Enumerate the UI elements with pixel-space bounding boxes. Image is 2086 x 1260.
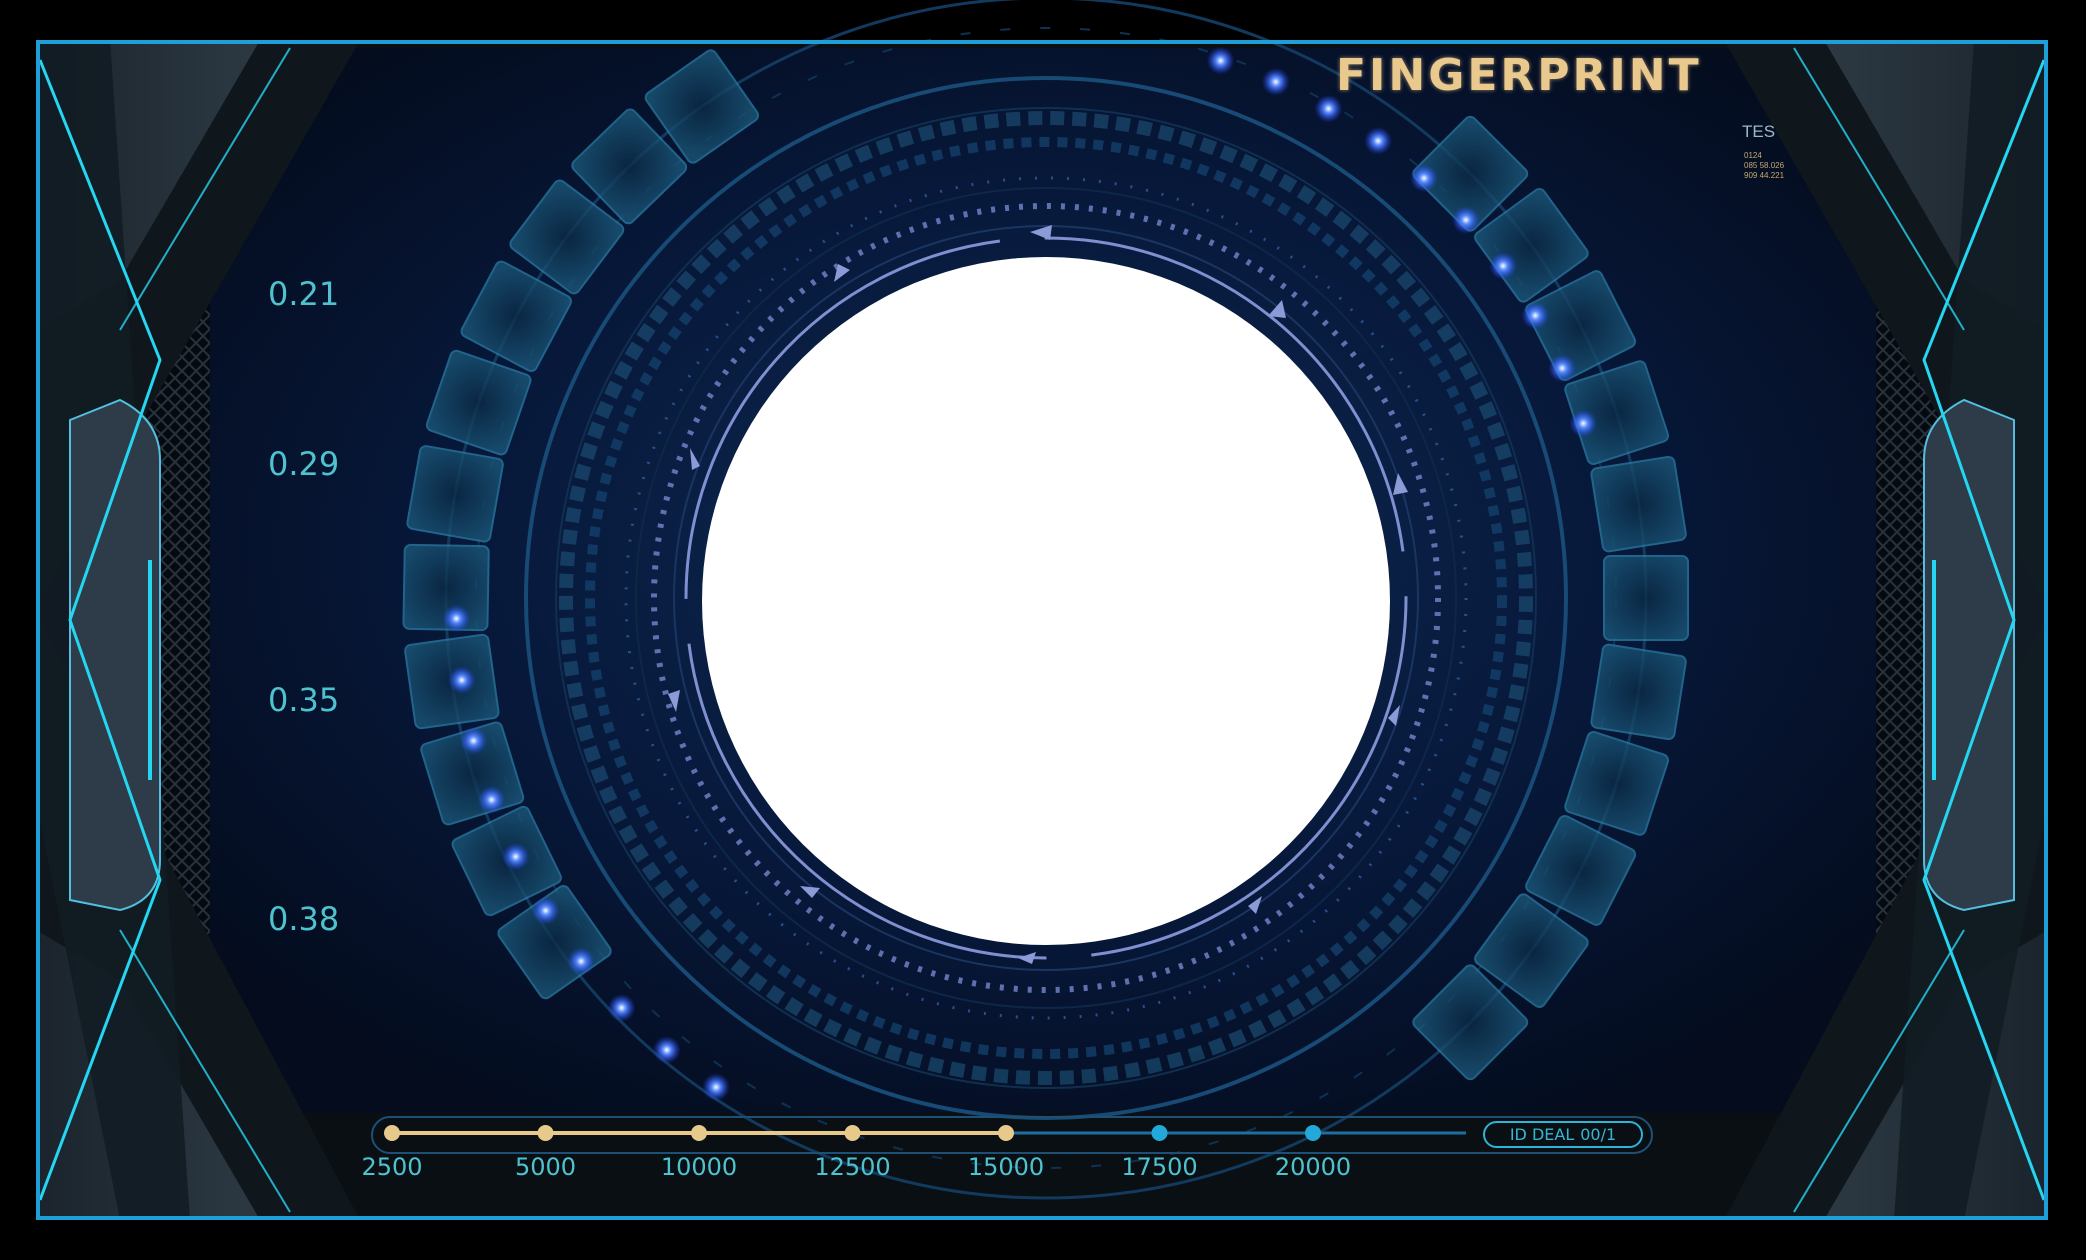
hud-title: FINGERPRINT (1336, 50, 1702, 101)
corner-tag: TES (1742, 122, 1776, 141)
progress-tick-label: 17500 (1121, 1153, 1198, 1181)
progress-marker (384, 1125, 400, 1141)
scale-label: 0.35 (268, 681, 340, 719)
progress-marker (691, 1125, 707, 1141)
progress-tick-label: 2500 (361, 1153, 423, 1181)
progress-marker (998, 1125, 1014, 1141)
progress-marker (844, 1125, 861, 1141)
scale-label: 0.21 (268, 275, 340, 313)
scale-label: 0.29 (268, 445, 340, 483)
progress-marker (537, 1125, 554, 1141)
progress-tick-label: 10000 (660, 1153, 738, 1181)
progress-tick-label: 15000 (967, 1153, 1045, 1181)
progress-tick-label: 12500 (814, 1153, 891, 1181)
progress-marker (1305, 1125, 1321, 1141)
progress-marker (1151, 1125, 1168, 1141)
id-deal-label: ID DEAL (1509, 1125, 1575, 1144)
scale-label: 0.38 (268, 900, 340, 938)
fingerprint-scan-area[interactable] (702, 257, 1390, 945)
id-deal-badge: ID DEAL 00/1 (1483, 1121, 1643, 1148)
id-deal-value: 00/1 (1580, 1125, 1617, 1144)
progress-tick-label: 5000 (514, 1153, 577, 1181)
corner-code-3: 909 44.221 (1744, 171, 1785, 180)
corner-code-1: 0124 (1744, 151, 1762, 160)
hud-scene (36, 0, 2048, 1220)
corner-code-2: 085 58.026 (1744, 161, 1785, 170)
progress-tick-label: 20000 (1274, 1153, 1352, 1181)
